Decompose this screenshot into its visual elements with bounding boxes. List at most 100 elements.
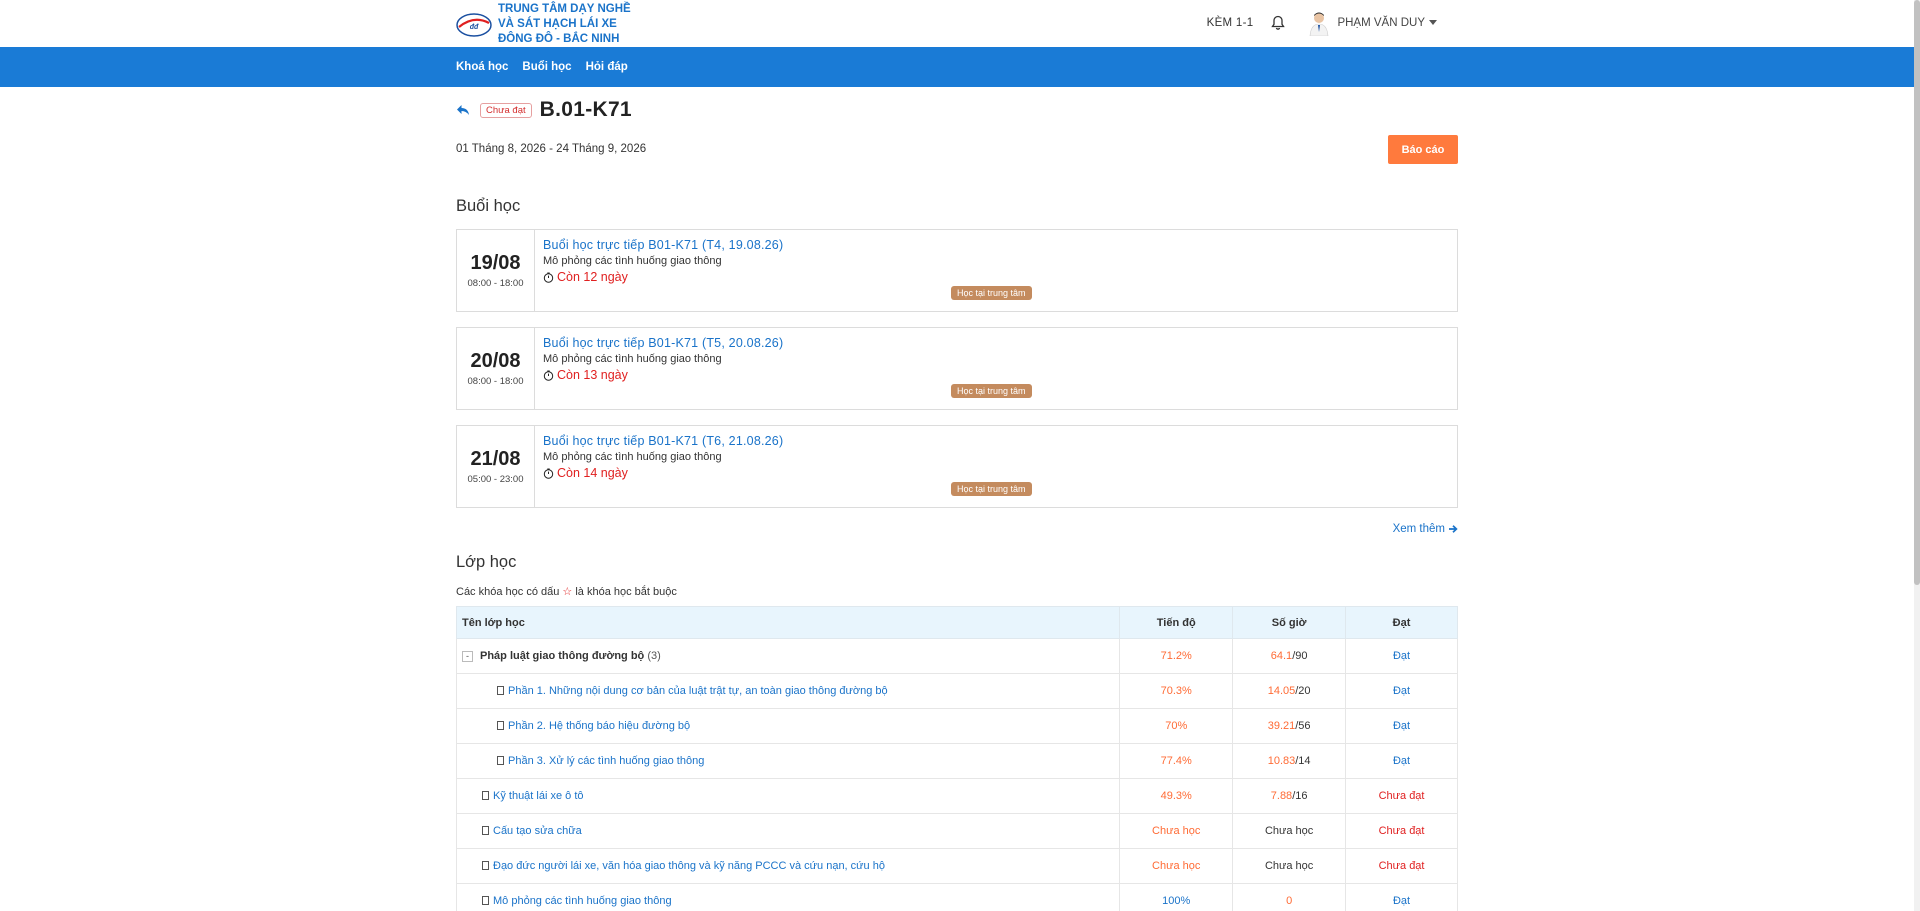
document-icon (497, 721, 504, 730)
hours-cell: Chưa học (1232, 813, 1347, 849)
group-name-cell: - Pháp luật giao thông đường bộ (3) (455, 638, 1121, 674)
collapse-toggle[interactable]: - (462, 650, 473, 662)
brand-name: TRUNG TÂM DẠY NGHỀ VÀ SÁT HẠCH LÁI XE ĐÔ… (498, 3, 631, 45)
nav-item-qa[interactable]: Hỏi đáp (586, 61, 628, 73)
progress-cell: Chưa học (1119, 848, 1234, 884)
nav-item-sessions[interactable]: Buổi học (522, 61, 571, 73)
session-location-tag: Học tại trung tâm (951, 482, 1032, 496)
page-title: B.01-K71 (539, 98, 632, 121)
brand[interactable]: đđ TRUNG TÂM DẠY NGHỀ VÀ SÁT HẠCH LÁI XE… (456, 2, 648, 47)
header-name: Tên lớp học (455, 606, 1121, 639)
table-row: Phần 1. Những nội dung cơ bản của luật t… (455, 673, 1458, 709)
session-location-tag: Học tại trung tâm (951, 286, 1032, 300)
progress-cell: 70.3% (1119, 673, 1234, 709)
table-row: Phần 2. Hệ thống báo hiệu đường bộ 70% 3… (455, 708, 1458, 744)
table-group-row: - Pháp luật giao thông đường bộ (3) 71.2%… (455, 638, 1458, 674)
session-time: 05:00 - 23:00 (467, 474, 524, 485)
class-link[interactable]: Phần 3. Xử lý các tình huống giao thông (508, 755, 704, 767)
session-date-box: 20/08 08:00 - 18:00 (457, 328, 535, 409)
session-card[interactable]: 20/08 08:00 - 18:00 Buổi học trực tiếp B… (456, 327, 1458, 410)
table-row: Đạo đức người lái xe, văn hóa giao thông… (455, 848, 1458, 884)
hours-total: /56 (1295, 720, 1311, 732)
scrollbar-thumb[interactable] (1914, 0, 1920, 585)
user-menu[interactable]: PHẠM VĂN DUY (1337, 17, 1437, 29)
pass-cell: Đạt (1345, 708, 1458, 744)
table-row: Mô phỏng các tình huống giao thông 100% … (455, 883, 1458, 911)
class-link[interactable]: Mô phỏng các tình huống giao thông (493, 895, 672, 907)
required-note: Các khóa học có dấu ☆ là khóa học bắt bu… (456, 585, 677, 598)
session-day: 19/08 (470, 252, 521, 274)
session-time: 08:00 - 18:00 (467, 278, 524, 289)
header-hours: Số giờ (1232, 606, 1347, 639)
session-day: 20/08 (470, 350, 521, 372)
required-note-before: Các khóa học có dấu (456, 586, 560, 598)
pass-cell: Đạt (1345, 673, 1458, 709)
progress-cell: 77.4% (1119, 743, 1234, 779)
stopwatch-icon (543, 468, 554, 479)
header-progress: Tiến độ (1119, 606, 1234, 639)
pass-cell: Đạt (1345, 743, 1458, 779)
nav-item-courses[interactable]: Khoá học (456, 61, 508, 73)
table-row: Cấu tạo sửa chữa Chưa học Chưa học Chưa … (455, 813, 1458, 849)
hours-done: 39.21 (1267, 720, 1296, 732)
session-remaining-text: Còn 13 ngày (557, 368, 628, 382)
hours-total: /16 (1292, 790, 1308, 802)
star-icon: ☆ (562, 586, 573, 598)
session-subtitle: Mô phỏng các tình huống giao thông (543, 451, 722, 463)
chevron-down-icon (1429, 20, 1437, 26)
arrow-right-icon (1449, 525, 1458, 533)
class-name-cell: Phần 2. Hệ thống báo hiệu đường bộ (455, 708, 1121, 744)
required-note-after: là khóa học bắt buộc (575, 586, 677, 598)
hours-cell: 0 (1232, 883, 1347, 911)
back-arrow-icon[interactable] (456, 104, 470, 116)
session-location-tag: Học tại trung tâm (951, 384, 1032, 398)
class-name-cell: Phần 3. Xử lý các tình huống giao thông (455, 743, 1121, 779)
session-date-box: 19/08 08:00 - 18:00 (457, 230, 535, 311)
session-title-link[interactable]: Buổi học trực tiếp B01-K71 (T4, 19.08.26… (543, 238, 1457, 252)
table-row: Phần 3. Xử lý các tình huống giao thông … (455, 743, 1458, 779)
document-icon (497, 686, 504, 695)
session-remaining-text: Còn 12 ngày (557, 270, 628, 284)
see-more-link[interactable]: Xem thêm (1393, 523, 1458, 535)
session-card[interactable]: 21/08 05:00 - 23:00 Buổi học trực tiếp B… (456, 425, 1458, 508)
pass-cell: Đạt (1345, 638, 1458, 674)
table-row: Kỹ thuật lái xe ô tô 49.3% 7.88/16 Chưa … (455, 778, 1458, 814)
bell-icon[interactable] (1271, 15, 1286, 31)
class-link[interactable]: Phần 2. Hệ thống báo hiệu đường bộ (508, 720, 690, 732)
hours-done: 64.1 (1270, 650, 1293, 662)
top-header: đđ TRUNG TÂM DẠY NGHỀ VÀ SÁT HẠCH LÁI XE… (0, 0, 1914, 47)
pass-cell: Đạt (1345, 883, 1458, 911)
main-nav: Khoá học Buổi học Hỏi đáp (0, 47, 1914, 87)
document-icon (482, 791, 489, 800)
page-scrollbar[interactable] (1914, 0, 1920, 911)
table-header-row: Tên lớp học Tiến độ Số giờ Đạt (455, 606, 1458, 639)
progress-cell: 70% (1119, 708, 1234, 744)
class-link[interactable]: Phần 1. Những nội dung cơ bản của luật t… (508, 685, 888, 697)
session-remaining: Còn 12 ngày (543, 270, 1457, 284)
session-subtitle: Mô phỏng các tình huống giao thông (543, 353, 722, 365)
progress-cell: 100% (1119, 883, 1234, 911)
avatar[interactable] (1307, 10, 1331, 37)
status-badge: Chưa đạt (480, 102, 532, 118)
hours-cell: 39.21/56 (1232, 708, 1347, 744)
session-subtitle: Mô phỏng các tình huống giao thông (543, 255, 722, 267)
hours-done: 7.88 (1270, 790, 1293, 802)
hours-total: Chưa học (1264, 860, 1314, 872)
report-button[interactable]: Báo cáo (1388, 135, 1458, 164)
kem-1-1-link[interactable]: KÈM 1-1 (1207, 17, 1254, 29)
class-link[interactable]: Đạo đức người lái xe, văn hóa giao thông… (493, 860, 885, 872)
progress-cell: Chưa học (1119, 813, 1234, 849)
class-link[interactable]: Cấu tạo sửa chữa (493, 825, 582, 837)
progress-cell: 49.3% (1119, 778, 1234, 814)
group-count: (3) (647, 650, 661, 662)
session-info: Buổi học trực tiếp B01-K71 (T6, 21.08.26… (543, 434, 1457, 480)
hours-cell: 7.88/16 (1232, 778, 1347, 814)
session-card[interactable]: 19/08 08:00 - 18:00 Buổi học trực tiếp B… (456, 229, 1458, 312)
session-title-link[interactable]: Buổi học trực tiếp B01-K71 (T6, 21.08.26… (543, 434, 1457, 448)
stopwatch-icon (543, 370, 554, 381)
class-link[interactable]: Kỹ thuật lái xe ô tô (493, 790, 584, 802)
session-title-link[interactable]: Buổi học trực tiếp B01-K71 (T5, 20.08.26… (543, 336, 1457, 350)
progress-cell: 71.2% (1119, 638, 1234, 674)
hours-total: /20 (1295, 685, 1311, 697)
pass-cell: Chưa đạt (1345, 848, 1458, 884)
